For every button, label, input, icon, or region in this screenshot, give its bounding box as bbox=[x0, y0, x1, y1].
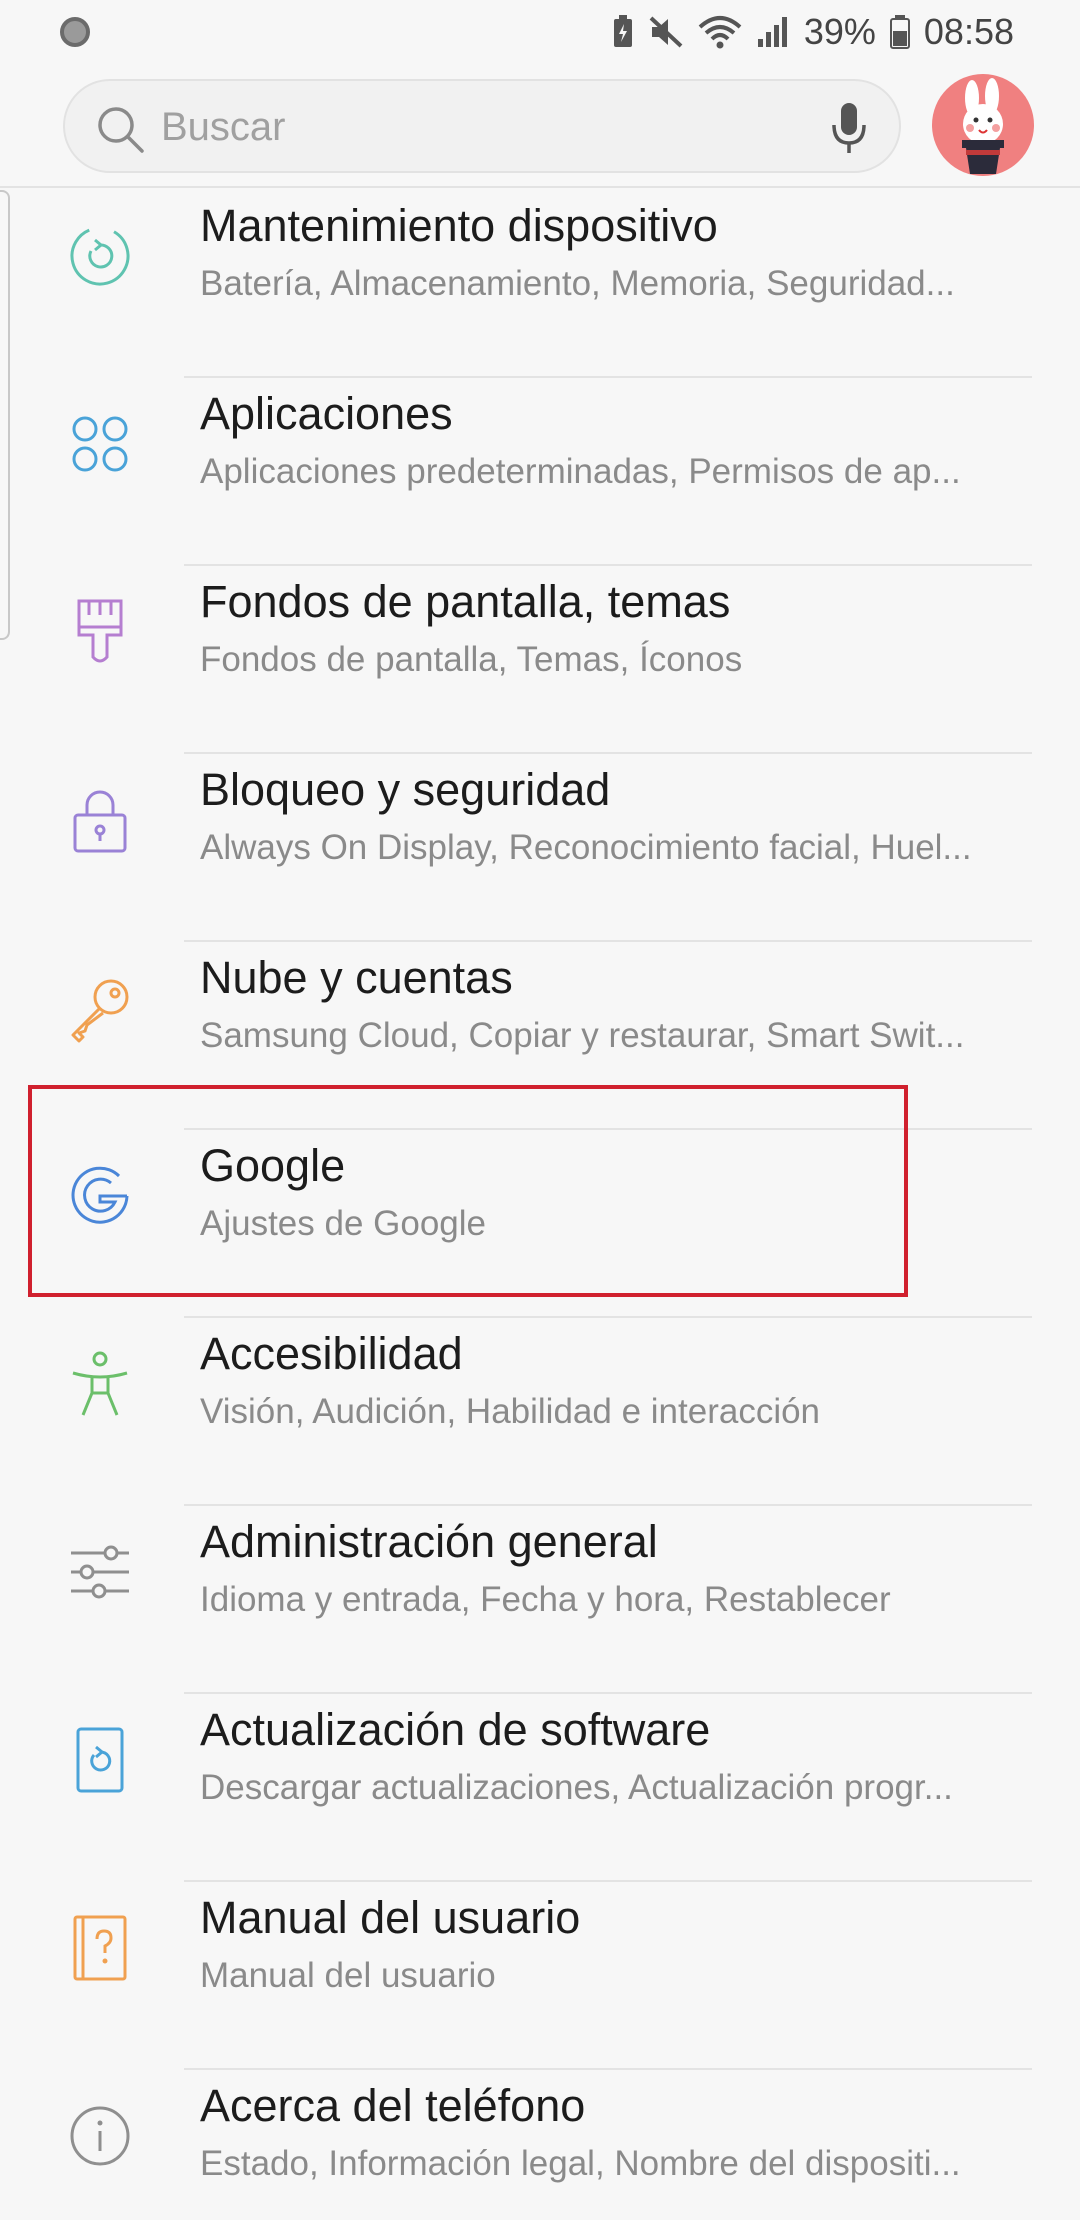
search-bar[interactable] bbox=[63, 79, 901, 173]
settings-item-user-manual[interactable]: Manual del usuario Manual del usuario bbox=[0, 1882, 1080, 2070]
search-header bbox=[0, 64, 1080, 188]
item-title: Fondos de pantalla, temas bbox=[200, 576, 731, 627]
item-title: Accesibilidad bbox=[200, 1328, 463, 1379]
settings-item-lock-security[interactable]: Bloqueo y seguridad Always On Display, R… bbox=[0, 754, 1080, 942]
item-title: Manual del usuario bbox=[200, 1892, 581, 1943]
battery-icon bbox=[889, 15, 910, 49]
mic-icon[interactable] bbox=[829, 101, 869, 155]
notification-dot-icon bbox=[60, 17, 90, 47]
lock-icon bbox=[60, 780, 140, 860]
item-subtitle: Visión, Audición, Habilidad e interacció… bbox=[200, 1392, 821, 1431]
search-input[interactable] bbox=[161, 99, 761, 155]
settings-item-general-management[interactable]: Administración general Idioma y entrada,… bbox=[0, 1506, 1080, 1694]
accessibility-icon bbox=[60, 1344, 140, 1424]
settings-item-google[interactable]: Google Ajustes de Google bbox=[0, 1130, 1080, 1318]
status-bar: 39% 08:58 bbox=[0, 0, 1080, 64]
settings-item-device-care[interactable]: Mantenimiento dispositivo Batería, Almac… bbox=[0, 190, 1080, 378]
item-title: Acerca del teléfono bbox=[200, 2080, 586, 2131]
avatar[interactable] bbox=[932, 74, 1034, 176]
settings-item-software-update[interactable]: Actualización de software Descargar actu… bbox=[0, 1694, 1080, 1882]
battery-saver-icon bbox=[613, 15, 632, 47]
item-subtitle: Idioma y entrada, Fecha y hora, Restable… bbox=[200, 1580, 891, 1619]
status-icons: 39% 08:58 bbox=[612, 8, 1014, 56]
settings-screen: 39% 08:58 Buscar Mantenimiento dispositi… bbox=[0, 0, 1080, 2220]
key-icon bbox=[60, 968, 140, 1048]
settings-item-about-phone[interactable]: Acerca del teléfono Estado, Información … bbox=[0, 2070, 1080, 2220]
settings-item-cloud-accounts[interactable]: Nube y cuentas Samsung Cloud, Copiar y r… bbox=[0, 942, 1080, 1130]
device-care-icon bbox=[60, 216, 140, 296]
clock: 08:58 bbox=[923, 11, 1014, 52]
item-subtitle: Always On Display, Reconocimiento facial… bbox=[200, 828, 972, 867]
search-icon bbox=[98, 107, 144, 153]
google-icon bbox=[60, 1156, 140, 1236]
item-title: Aplicaciones bbox=[200, 388, 453, 439]
wifi-icon bbox=[698, 16, 742, 49]
item-subtitle: Estado, Información legal, Nombre del di… bbox=[200, 2144, 961, 2183]
settings-item-accessibility[interactable]: Accesibilidad Visión, Audición, Habilida… bbox=[0, 1318, 1080, 1506]
item-subtitle: Ajustes de Google bbox=[200, 1204, 487, 1243]
item-subtitle: Manual del usuario bbox=[200, 1956, 496, 1995]
user-manual-icon bbox=[60, 1908, 140, 1988]
item-subtitle: Batería, Almacenamiento, Memoria, Seguri… bbox=[200, 264, 955, 303]
item-subtitle: Aplicaciones predeterminadas, Permisos d… bbox=[200, 452, 961, 491]
item-title: Bloqueo y seguridad bbox=[200, 764, 611, 815]
bunny-avatar-icon bbox=[962, 78, 1004, 174]
battery-percent: 39% bbox=[803, 11, 876, 52]
item-title: Nube y cuentas bbox=[200, 952, 513, 1003]
apps-icon bbox=[60, 404, 140, 484]
item-title: Google bbox=[200, 1140, 346, 1191]
sliders-icon bbox=[60, 1532, 140, 1612]
item-subtitle: Samsung Cloud, Copiar y restaurar, Smart… bbox=[200, 1016, 965, 1055]
settings-list: Mantenimiento dispositivo Batería, Almac… bbox=[0, 190, 1080, 2220]
software-update-icon bbox=[60, 1720, 140, 1800]
settings-item-apps[interactable]: Aplicaciones Aplicaciones predeterminada… bbox=[0, 378, 1080, 566]
item-title: Actualización de software bbox=[200, 1704, 711, 1755]
signal-icon bbox=[757, 17, 787, 47]
mute-icon bbox=[649, 16, 683, 48]
item-title: Administración general bbox=[200, 1516, 658, 1567]
item-title: Mantenimiento dispositivo bbox=[200, 200, 718, 251]
item-subtitle: Descargar actualizaciones, Actualización… bbox=[200, 1768, 953, 1807]
settings-item-wallpapers-themes[interactable]: Fondos de pantalla, temas Fondos de pant… bbox=[0, 566, 1080, 754]
info-icon bbox=[60, 2096, 140, 2176]
paintbrush-icon bbox=[60, 592, 140, 672]
item-subtitle: Fondos de pantalla, Temas, Íconos bbox=[200, 640, 743, 679]
